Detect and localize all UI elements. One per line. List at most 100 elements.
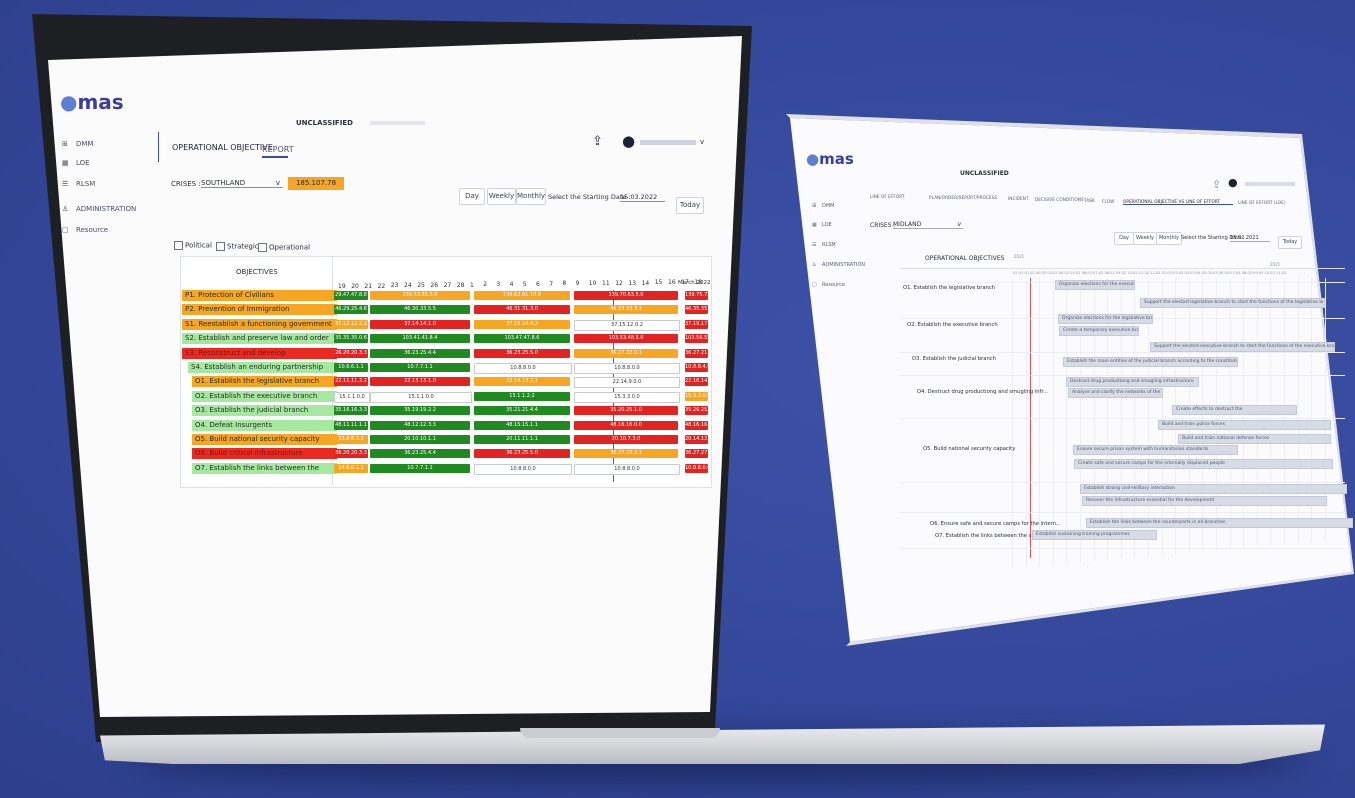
status-cell: 20.10.7.3.0 <box>574 435 678 444</box>
user-avatar-icon[interactable]: ● <box>622 132 635 150</box>
status-cell: 10.8.8.4.0 <box>685 363 711 372</box>
gantt-objective[interactable]: O2. Establish the executive branch <box>907 322 998 328</box>
upload-icon[interactable]: ⇪ <box>1212 178 1221 191</box>
gantt-bar[interactable]: Destruct drug productiong and smugling i… <box>1066 377 1199 387</box>
day-tick: 4 <box>509 281 514 289</box>
year-label: 2021 <box>1270 262 1281 267</box>
tab-4[interactable]: TASK <box>1084 199 1095 204</box>
grid-icon: ⊞ <box>62 140 68 148</box>
gantt-bar[interactable]: Establish strong civil-military interact… <box>1080 484 1347 494</box>
objective-row[interactable]: P2. Prevention of Immigration <box>182 304 337 316</box>
filter-political[interactable]: Political <box>174 241 212 250</box>
gantt-bar[interactable]: Support the elected executive branch to … <box>1150 342 1335 352</box>
gantt-bar[interactable]: Build and train national defense forces <box>1178 434 1331 444</box>
sidebar-item-dmm[interactable]: ⊞ DMM <box>812 203 834 209</box>
gantt-bar[interactable]: Analyse and clarify the networks of the … <box>1068 388 1163 398</box>
status-cell: 139.75.72.9.0 <box>685 291 720 300</box>
gantt-bar[interactable]: Establish the links between the counterp… <box>1086 518 1353 528</box>
status-cell: 48.16.16.2.3 <box>685 420 717 430</box>
chevron-down-icon[interactable]: v <box>700 138 704 146</box>
row-divider <box>900 352 1345 353</box>
tab-3[interactable]: DECISIVE CONDITIONS <box>1035 198 1084 203</box>
gantt-bar[interactable]: Ensure secure prison system with humanit… <box>1073 445 1238 455</box>
status-cell: 37.12.12.2.2 <box>334 319 368 329</box>
sidebar-item-rlsm[interactable]: ☰ RLSM <box>812 242 836 248</box>
gantt-bar[interactable]: Organize elections for the legislative b… <box>1058 314 1153 324</box>
status-cell: 10.8.8.0.0 <box>474 363 572 374</box>
gantt-objective[interactable]: O5. Build national security capacity <box>923 446 1015 452</box>
gantt-objective[interactable]: O6. Ensure safe and secure camps for the… <box>930 521 1061 527</box>
weekly-button[interactable]: Weekly <box>1133 232 1157 245</box>
objective-row[interactable]: S2. Establish and preserve law and order <box>182 333 337 345</box>
day-tick: 6 <box>536 280 540 288</box>
objective-row[interactable]: O5. Build national security capacity <box>192 434 337 445</box>
day-button[interactable]: Day <box>459 188 485 205</box>
status-cell: 46.35.35.2.3 <box>685 305 717 315</box>
crises-select[interactable]: SOUTHLAND v <box>201 179 283 188</box>
status-cell: 36.23.25.5.0 <box>474 449 570 459</box>
tab-0[interactable]: LINE OF EFFORT <box>870 195 905 200</box>
objective-row[interactable]: O4. Defeat Insurgents <box>192 419 337 431</box>
gantt-bar[interactable]: Organize elections for the executive bra… <box>1055 280 1135 290</box>
sidebar-item-rlsm[interactable]: ☰ RLSM <box>62 180 95 188</box>
gantt-bar[interactable]: Recover the infrastructure essential for… <box>1082 496 1327 506</box>
objective-row[interactable]: S4. Establish an enduring partnership <box>188 362 337 373</box>
gantt-objective[interactable]: O1. Establish the legislative branch <box>903 285 995 291</box>
objective-row[interactable]: O3. Establish the judicial branch <box>192 405 337 417</box>
tab-5[interactable]: FLOW <box>1102 200 1114 205</box>
today-button[interactable]: Today <box>676 197 704 214</box>
objective-row[interactable]: S1. Reestablish a functioning government <box>182 318 337 330</box>
day-tick: 18 <box>694 278 703 286</box>
sidebar-item-label: ADMINISTRATION <box>76 205 137 213</box>
status-cell: 10.8.8.0.0 <box>574 363 680 374</box>
filter-strategic[interactable]: Strategic <box>216 242 259 251</box>
tab-7[interactable]: LINE OF EFFORT (LOE) <box>1238 201 1286 206</box>
gantt-objective[interactable]: O3. Establish the judicial branch <box>912 356 996 362</box>
tab-2[interactable]: INCIDENT <box>1008 197 1029 202</box>
upload-icon[interactable]: ⇪ <box>592 134 603 149</box>
monthly-button[interactable]: Monthly <box>1156 232 1182 245</box>
objective-row[interactable]: O2. Establish the executive branch <box>192 390 337 402</box>
status-cell: 48.11.11.1.1 <box>334 420 368 430</box>
crises-select[interactable]: MIDLAND v <box>893 221 963 229</box>
gantt-bar[interactable]: Build and train police forces <box>1158 420 1331 430</box>
tab-1[interactable]: PLAN/ORDER/REPORT/PROCESS <box>929 196 997 201</box>
day-button[interactable]: Day <box>1114 232 1134 245</box>
gantt-bar[interactable]: Support the elected legislative branch t… <box>1140 298 1325 308</box>
gantt-bar[interactable]: Establish the main entities of the judic… <box>1063 357 1238 367</box>
sidebar-item-loe[interactable]: ▦ LOE <box>62 159 90 167</box>
objective-row[interactable]: O6. Build critical infrastructure <box>192 448 337 460</box>
gantt-bar[interactable]: Establish sustaining training programmes <box>1032 530 1157 540</box>
sidebar-item-resource[interactable]: ▢ Resource <box>812 282 845 288</box>
day-tick: 15 <box>654 279 663 287</box>
objective-row[interactable]: S3. Reconstruct and develop <box>182 347 337 359</box>
status-cell: 139.62.61.10.9 <box>474 291 570 300</box>
today-button[interactable]: Today <box>1278 236 1302 249</box>
gantt-bar[interactable]: Create safe and secure camps for the int… <box>1074 459 1333 469</box>
objective-row[interactable]: P1. Protection of Civilians <box>182 290 337 301</box>
objective-row[interactable]: O1. Establish the legislative branch <box>192 376 337 388</box>
sidebar-item-loe[interactable]: ▦ LOE <box>812 222 832 228</box>
sidebar-item-administration[interactable]: ♙ ADMINISTRATION <box>812 262 865 268</box>
tab-report[interactable]: REPORT <box>262 145 294 154</box>
gantt-bar[interactable]: Create effects to destruct the <box>1172 405 1297 415</box>
day-tick: 9 <box>575 280 580 288</box>
tab-operational-objective[interactable]: OPERATIONAL OBJECTIVE <box>172 143 273 152</box>
filter-operational[interactable]: Operational <box>258 243 310 252</box>
sidebar-item-resource[interactable]: ▢ Resource <box>62 226 108 234</box>
start-date-input[interactable]: 15.02.2021 <box>1230 235 1270 242</box>
objective-row[interactable]: O7. Establish the links between the coun… <box>192 462 337 474</box>
list-icon: ☰ <box>812 242 817 248</box>
day-tick: 23 <box>390 282 399 290</box>
sidebar-item-dmm[interactable]: ⊞ DMM <box>62 140 93 148</box>
monthly-button[interactable]: Monthly <box>516 188 546 205</box>
sidebar-item-administration[interactable]: ♙ ADMINISTRATION <box>62 205 136 213</box>
gantt-bar[interactable]: Create a temporary executive branch <box>1059 326 1139 336</box>
gantt-objective[interactable]: O4. Destruct drug productiong and smugli… <box>917 389 1048 395</box>
status-cell: 35.20.25.1.0 <box>574 406 678 416</box>
weekly-button[interactable]: Weekly <box>487 188 516 205</box>
start-date-label: Select the Starting Date : <box>548 193 631 201</box>
start-date-input[interactable]: 15.03.2022 <box>620 193 665 202</box>
user-avatar-icon[interactable]: ● <box>1228 176 1238 189</box>
status-cell: 46.31.31.3.0 <box>474 305 570 315</box>
